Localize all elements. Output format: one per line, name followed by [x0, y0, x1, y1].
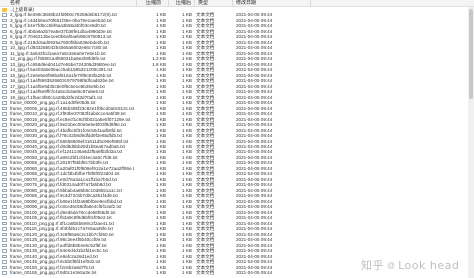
text-file-icon — [2, 271, 7, 275]
text-file-icon — [2, 172, 7, 176]
text-file-icon — [2, 13, 7, 17]
text-file-icon — [2, 194, 7, 198]
text-file-icon — [2, 24, 7, 28]
text-file-icon — [2, 243, 7, 248]
text-file-icon — [2, 150, 7, 154]
text-file-icon — [2, 155, 7, 160]
watermark-author: Look head — [398, 258, 460, 272]
text-file-icon — [2, 51, 7, 56]
text-file-icon — [2, 139, 7, 144]
text-file-icon — [2, 205, 7, 209]
text-file-icon — [2, 177, 7, 182]
text-file-icon — [2, 101, 7, 105]
text-file-icon — [2, 46, 7, 50]
text-file-icon — [2, 73, 7, 78]
text-file-icon — [2, 238, 7, 242]
text-file-icon — [2, 95, 7, 100]
column-modified[interactable]: 修改日期 — [236, 0, 256, 7]
text-file-icon — [2, 188, 7, 193]
vertical-scrollbar[interactable] — [468, 7, 474, 278]
text-file-icon — [2, 161, 7, 165]
column-divider[interactable] — [194, 0, 195, 7]
text-file-icon — [2, 216, 7, 220]
file-list: ..(上级目录) 2_ljpg.rf.5e296c3848b24fd9b0c762… — [0, 7, 474, 278]
folder-icon — [2, 8, 7, 12]
text-file-icon — [2, 106, 7, 111]
scrollbar-thumb[interactable] — [469, 9, 473, 99]
text-file-icon — [2, 68, 7, 72]
text-file-icon — [2, 123, 7, 127]
text-file-icon — [2, 79, 7, 83]
text-file-icon — [2, 57, 7, 61]
text-file-icon — [2, 232, 7, 237]
text-file-icon — [2, 18, 7, 23]
file-name: frame_00155_png.jpg.rf.9d0c1e3e5a3e.txt — [10, 270, 97, 276]
text-file-icon — [2, 199, 7, 204]
text-file-icon — [2, 62, 7, 67]
text-file-icon — [2, 117, 7, 122]
column-size[interactable]: 压缩后 — [176, 0, 191, 7]
column-header: 名称 压缩前 压缩后 类型 修改日期 — [0, 0, 474, 7]
column-divider[interactable] — [310, 0, 311, 7]
column-name[interactable]: 名称 — [10, 0, 20, 7]
text-file-icon — [2, 145, 7, 149]
column-divider[interactable] — [168, 0, 169, 7]
text-file-icon — [2, 166, 7, 171]
column-divider[interactable] — [232, 0, 233, 7]
file-type: 文本文档 — [196, 270, 215, 276]
text-file-icon — [2, 227, 7, 231]
text-file-icon — [2, 260, 7, 264]
text-file-icon — [2, 90, 7, 94]
text-file-icon — [2, 183, 7, 187]
modified-date: 2021-04-05 09:44 — [236, 270, 273, 276]
column-divider[interactable] — [136, 0, 137, 7]
text-file-icon — [2, 254, 7, 259]
text-file-icon — [2, 249, 7, 253]
text-file-icon — [2, 29, 7, 34]
text-file-icon — [2, 40, 7, 45]
text-file-icon — [2, 128, 7, 133]
text-file-icon — [2, 84, 7, 89]
column-packed[interactable]: 压缩前 — [146, 0, 161, 7]
file-size: 1 KB — [182, 270, 192, 276]
text-file-icon — [2, 210, 7, 215]
text-file-icon — [2, 134, 7, 138]
text-file-icon — [2, 221, 7, 226]
column-type[interactable]: 类型 — [198, 0, 208, 7]
text-file-icon — [2, 112, 7, 116]
watermark: 知乎 @ Look head — [361, 256, 459, 274]
text-file-icon — [2, 265, 7, 270]
watermark-site: 知乎 — [361, 259, 384, 272]
watermark-separator: @ — [387, 260, 396, 270]
text-file-icon — [2, 35, 7, 39]
packed-size: 1 KB — [156, 270, 166, 276]
